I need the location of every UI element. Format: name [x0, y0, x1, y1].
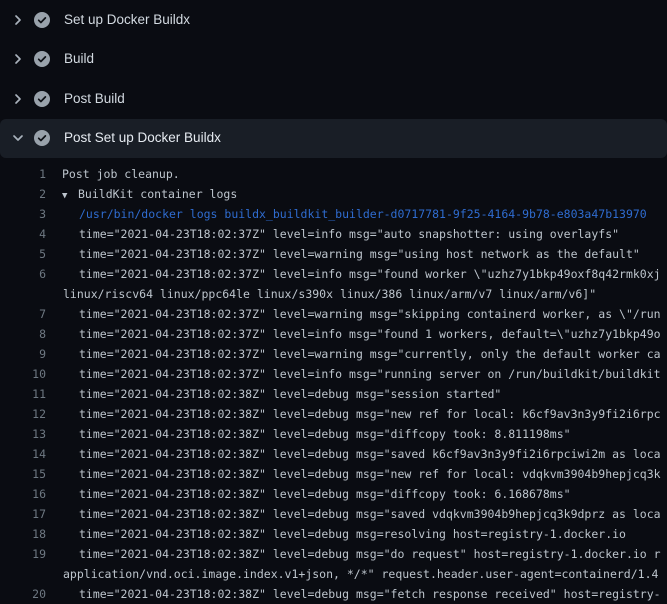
line-number[interactable]: 17: [0, 504, 46, 524]
step-header-build[interactable]: Build: [0, 40, 667, 80]
line-number[interactable]: 10: [0, 364, 46, 384]
line-number[interactable]: 2: [0, 184, 46, 204]
step-label: Build: [64, 51, 94, 67]
check-circle-icon: [34, 130, 50, 146]
log-line-text: time="2021-04-23T18:02:38Z" level=debug …: [79, 467, 661, 481]
log-line-text: application/vnd.oci.image.index.v1+json,…: [63, 567, 658, 581]
log-line-text: Post job cleanup.: [62, 167, 180, 181]
log-line-text: time="2021-04-23T18:02:37Z" level=warnin…: [79, 247, 640, 261]
log-line-text: time="2021-04-23T18:02:38Z" level=debug …: [79, 427, 571, 441]
log-line: 4 time="2021-04-23T18:02:37Z" level=info…: [0, 224, 667, 244]
step-header-post-build[interactable]: Post Build: [0, 79, 667, 119]
log-line: 16 time="2021-04-23T18:02:38Z" level=deb…: [0, 484, 667, 504]
line-number[interactable]: 16: [0, 484, 46, 504]
line-number[interactable]: 1: [0, 164, 46, 184]
step-label: Post Build: [64, 91, 125, 107]
log-line-text: time="2021-04-23T18:02:38Z" level=debug …: [79, 407, 661, 421]
log-line-text: time="2021-04-23T18:02:37Z" level=warnin…: [79, 347, 661, 361]
job-log-viewer: Set up Docker Buildx Build Post Build: [0, 0, 667, 604]
log-line: 3 /usr/bin/docker logs buildx_buildkit_b…: [0, 204, 667, 224]
log-line: 9 time="2021-04-23T18:02:37Z" level=warn…: [0, 344, 667, 364]
line-number[interactable]: 11: [0, 384, 46, 404]
chevron-right-icon: [10, 91, 26, 107]
step-label: Post Set up Docker Buildx: [64, 130, 221, 146]
line-number[interactable]: 4: [0, 224, 46, 244]
log-line-text: /usr/bin/docker logs buildx_buildkit_bui…: [79, 207, 647, 221]
line-number[interactable]: 6: [0, 264, 46, 284]
log-output: 1 Post job cleanup. 2 ▼BuildKit containe…: [0, 158, 667, 604]
log-line: 18 time="2021-04-23T18:02:38Z" level=deb…: [0, 524, 667, 544]
log-line: 13 time="2021-04-23T18:02:38Z" level=deb…: [0, 424, 667, 444]
log-line-text[interactable]: BuildKit container logs: [78, 187, 237, 201]
log-line: linux/riscv64 linux/ppc64le linux/s390x …: [0, 284, 667, 304]
log-line: application/vnd.oci.image.index.v1+json,…: [0, 564, 667, 584]
log-line: 20 time="2021-04-23T18:02:38Z" level=deb…: [0, 584, 667, 604]
line-number[interactable]: 5: [0, 244, 46, 264]
log-line-text: time="2021-04-23T18:02:37Z" level=info m…: [79, 327, 661, 341]
group-toggle-icon[interactable]: ▼: [62, 186, 78, 204]
log-line-text: time="2021-04-23T18:02:37Z" level=info m…: [79, 227, 619, 241]
log-line-text: time="2021-04-23T18:02:38Z" level=debug …: [79, 587, 661, 601]
log-line: 15 time="2021-04-23T18:02:38Z" level=deb…: [0, 464, 667, 484]
line-number[interactable]: 13: [0, 424, 46, 444]
log-line-text: time="2021-04-23T18:02:38Z" level=debug …: [79, 487, 571, 501]
step-label: Set up Docker Buildx: [64, 12, 190, 28]
log-line: 1 Post job cleanup.: [0, 164, 667, 184]
line-number[interactable]: 20: [0, 584, 46, 604]
chevron-right-icon: [10, 12, 26, 28]
step-header-set-up-docker-buildx[interactable]: Set up Docker Buildx: [0, 0, 667, 40]
step-header-post-set-up-docker-buildx[interactable]: Post Set up Docker Buildx: [0, 119, 667, 159]
log-line: 5 time="2021-04-23T18:02:37Z" level=warn…: [0, 244, 667, 264]
line-number[interactable]: 8: [0, 324, 46, 344]
check-circle-icon: [34, 51, 50, 67]
chevron-down-icon: [10, 130, 26, 146]
log-line-text: time="2021-04-23T18:02:38Z" level=debug …: [79, 387, 501, 401]
log-line-text: time="2021-04-23T18:02:37Z" level=info m…: [79, 367, 661, 381]
log-line: 19 time="2021-04-23T18:02:38Z" level=deb…: [0, 544, 667, 564]
log-line: 6 time="2021-04-23T18:02:37Z" level=info…: [0, 264, 667, 284]
log-line: 2 ▼BuildKit container logs: [0, 184, 667, 204]
step-list: Set up Docker Buildx Build Post Build: [0, 0, 667, 158]
log-line-text: time="2021-04-23T18:02:37Z" level=warnin…: [79, 307, 661, 321]
log-line: 8 time="2021-04-23T18:02:37Z" level=info…: [0, 324, 667, 344]
line-number: [0, 564, 46, 584]
line-number[interactable]: 9: [0, 344, 46, 364]
log-line-text: time="2021-04-23T18:02:38Z" level=debug …: [79, 547, 661, 561]
log-line: 10 time="2021-04-23T18:02:37Z" level=inf…: [0, 364, 667, 384]
log-line-text: time="2021-04-23T18:02:38Z" level=debug …: [79, 507, 661, 521]
check-circle-icon: [34, 91, 50, 107]
log-line: 17 time="2021-04-23T18:02:38Z" level=deb…: [0, 504, 667, 524]
line-number[interactable]: 7: [0, 304, 46, 324]
line-number[interactable]: 18: [0, 524, 46, 544]
chevron-right-icon: [10, 51, 26, 67]
line-number[interactable]: 14: [0, 444, 46, 464]
log-line-text: time="2021-04-23T18:02:37Z" level=info m…: [79, 267, 661, 281]
check-circle-icon: [34, 12, 50, 28]
line-number: [0, 284, 46, 304]
log-line: 14 time="2021-04-23T18:02:38Z" level=deb…: [0, 444, 667, 464]
log-line: 7 time="2021-04-23T18:02:37Z" level=warn…: [0, 304, 667, 324]
line-number[interactable]: 19: [0, 544, 46, 564]
line-number[interactable]: 3: [0, 204, 46, 224]
log-line: 12 time="2021-04-23T18:02:38Z" level=deb…: [0, 404, 667, 424]
log-line-text: time="2021-04-23T18:02:38Z" level=debug …: [79, 527, 626, 541]
log-line: 11 time="2021-04-23T18:02:38Z" level=deb…: [0, 384, 667, 404]
log-line-text: linux/riscv64 linux/ppc64le linux/s390x …: [63, 287, 596, 301]
line-number[interactable]: 15: [0, 464, 46, 484]
line-number[interactable]: 12: [0, 404, 46, 424]
log-line-text: time="2021-04-23T18:02:38Z" level=debug …: [79, 447, 661, 461]
